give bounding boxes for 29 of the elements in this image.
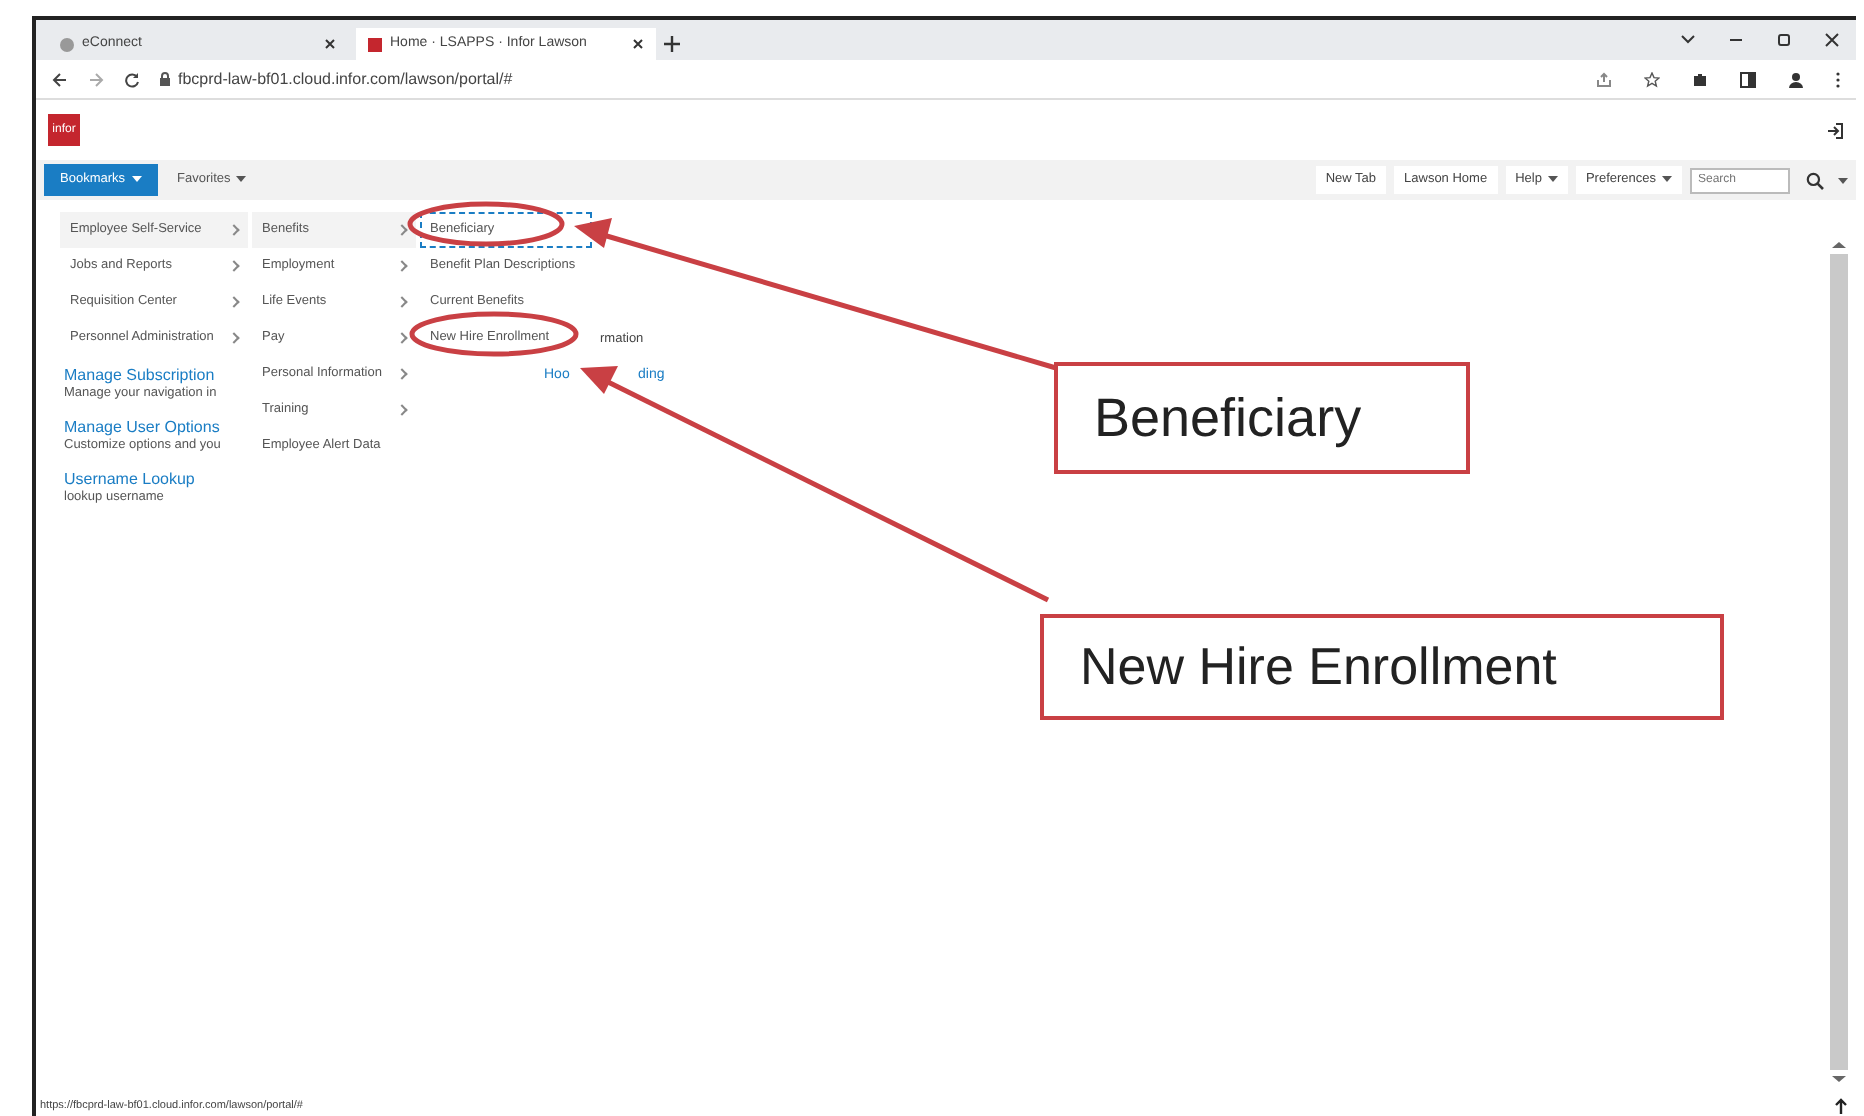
caret-icon <box>236 175 247 182</box>
chevron-down-icon[interactable] <box>1680 32 1696 48</box>
panel-link[interactable]: Manage Subscription <box>64 368 215 384</box>
lock-icon <box>160 72 170 86</box>
scrollbar-thumb[interactable] <box>1830 254 1848 1070</box>
panel-link[interactable]: Manage User Options <box>64 419 220 436</box>
search-icon[interactable] <box>1806 171 1824 189</box>
reload-icon[interactable] <box>124 71 140 87</box>
profile-icon[interactable] <box>1788 71 1804 87</box>
new-tab-icon[interactable] <box>664 36 680 52</box>
caret-icon <box>1838 177 1848 183</box>
scroll-up-icon[interactable] <box>1830 240 1848 250</box>
scroll-down-icon[interactable] <box>1830 1074 1848 1084</box>
maximize-icon[interactable] <box>1776 32 1792 48</box>
tab-favicon-icon <box>60 37 74 51</box>
close-icon[interactable] <box>1824 32 1840 48</box>
close-icon[interactable] <box>324 38 336 50</box>
tab-favicon-icon <box>368 37 382 51</box>
callout-label: New Hire Enrollment <box>1040 614 1724 720</box>
sidebar-icon[interactable] <box>1740 71 1756 87</box>
close-icon[interactable] <box>632 38 644 50</box>
arrow-up-icon[interactable] <box>1834 1098 1848 1114</box>
panel-link[interactable]: Username Lookup <box>64 471 195 487</box>
share-icon[interactable] <box>1596 71 1612 87</box>
back-icon[interactable] <box>52 71 68 87</box>
callout-label: Beneficiary <box>1054 362 1470 474</box>
sign-out-icon[interactable] <box>1826 121 1844 139</box>
star-icon[interactable] <box>1644 71 1660 87</box>
caret-icon <box>131 175 142 182</box>
